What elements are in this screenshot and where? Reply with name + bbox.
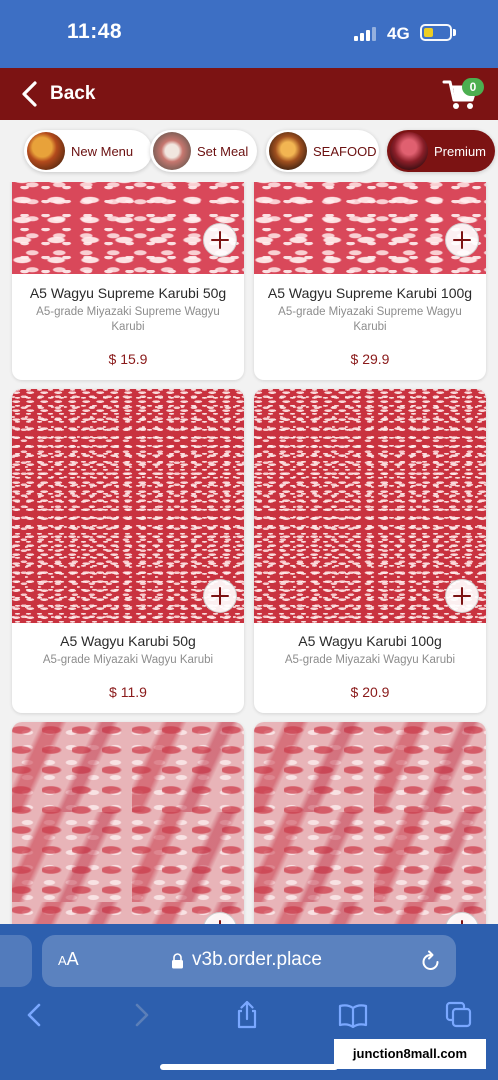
tab-label: SEAFOOD [313, 143, 377, 159]
category-tabs: New Menu Set Meal SEAFOOD Premium [0, 120, 498, 182]
product-description: A5-grade Miyazaki Wagyu Karubi [284, 654, 456, 666]
reload-icon[interactable] [420, 949, 442, 973]
home-indicator [160, 1064, 338, 1070]
url-text: v3b.order.place [192, 949, 322, 970]
seafood-thumbnail [269, 132, 307, 170]
address-bar[interactable]: AA v3b.order.place [42, 935, 456, 987]
status-bar: 11:48 4G [0, 0, 498, 68]
bookmarks-icon[interactable] [338, 1000, 368, 1030]
tab-new-menu[interactable]: New Menu [24, 130, 152, 172]
product-card[interactable]: A5 Wagyu Supreme Karubi 100g A5-grade Mi… [254, 182, 486, 380]
share-icon[interactable] [232, 1000, 262, 1030]
cart-count-badge: 0 [462, 78, 484, 96]
product-description: A5-grade Miyazaki Wagyu Karubi [42, 654, 214, 666]
lock-icon [172, 953, 183, 969]
browser-forward-icon[interactable] [126, 1000, 156, 1030]
product-name: A5 Wagyu Karubi 50g [60, 633, 196, 649]
plus-icon [211, 231, 229, 249]
plus-icon [211, 587, 229, 605]
chevron-left-icon [22, 81, 37, 107]
product-card[interactable]: A5 Wagyu Karubi 100g A5-grade Miyazaki W… [254, 389, 486, 713]
plus-icon [453, 231, 471, 249]
premium-thumbnail [390, 132, 428, 170]
status-time: 11:48 [67, 20, 123, 43]
add-to-cart-button[interactable] [445, 579, 479, 613]
tab-set-meal[interactable]: Set Meal [150, 130, 257, 172]
reader-settings-button[interactable]: AA [58, 949, 79, 970]
battery-nub [453, 29, 456, 36]
new-menu-thumbnail [27, 132, 65, 170]
tab-label: Premium [434, 143, 487, 159]
tab-label: New Menu [71, 143, 134, 159]
plus-icon [453, 587, 471, 605]
product-card[interactable] [12, 722, 244, 924]
tabs-icon[interactable] [444, 1000, 474, 1030]
tab-label: Set Meal [197, 143, 249, 159]
product-name: A5 Wagyu Supreme Karubi 50g [29, 285, 227, 301]
product-price: $ 20.9 [350, 684, 390, 700]
back-button[interactable]: Back [20, 80, 95, 108]
product-name: A5 Wagyu Supreme Karubi 100g [267, 285, 473, 301]
product-name: A5 Wagyu Karubi 100g [298, 633, 442, 649]
battery-icon [420, 24, 452, 41]
set-meal-thumbnail [153, 132, 191, 170]
cellular-signal-icon [354, 27, 376, 41]
product-image [12, 722, 244, 924]
previous-tab-preview[interactable] [0, 935, 32, 987]
network-type: 4G [387, 24, 410, 43]
app-header: Back [0, 68, 498, 120]
product-description: A5-grade Miyazaki Supreme Wagyu Karubi [36, 306, 220, 333]
add-to-cart-button[interactable] [203, 579, 237, 613]
product-card[interactable]: A5 Wagyu Karubi 50g A5-grade Miyazaki Wa… [12, 389, 244, 713]
tab-seafood[interactable]: SEAFOOD [266, 130, 379, 172]
add-to-cart-button[interactable] [445, 223, 479, 257]
back-label: Back [50, 83, 96, 104]
product-price: $ 15.9 [108, 351, 148, 367]
product-image [254, 722, 486, 924]
product-description: A5-grade Miyazaki Supreme Wagyu Karubi [278, 306, 462, 333]
product-price: $ 29.9 [350, 351, 390, 367]
tab-premium[interactable]: Premium [387, 130, 495, 172]
product-card[interactable]: A5 Wagyu Supreme Karubi 50g A5-grade Miy… [12, 182, 244, 380]
product-price: $ 11.9 [109, 684, 147, 700]
browser-back-icon[interactable] [20, 1000, 50, 1030]
product-grid: A5 Wagyu Supreme Karubi 50g A5-grade Miy… [0, 182, 498, 924]
add-to-cart-button[interactable] [203, 223, 237, 257]
product-card[interactable] [254, 722, 486, 924]
watermark: junction8mall.com [334, 1039, 486, 1069]
